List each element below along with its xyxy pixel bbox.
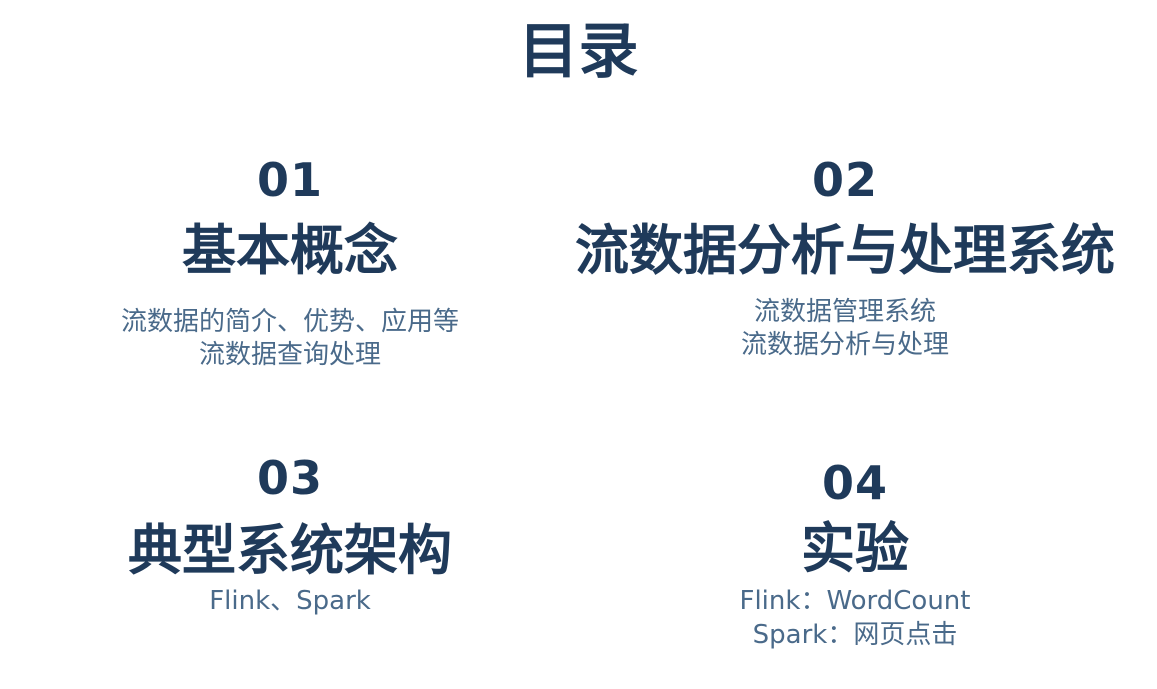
page-title: 目录 (518, 17, 639, 87)
section-description: Flink、Spark (90, 584, 490, 618)
section-heading: 基本概念 (182, 218, 398, 282)
section-experiments: 04 实验 Flink：WordCount Spark：网页点击 (620, 455, 1090, 652)
section-number: 02 (811, 153, 878, 207)
description-line: Flink、Spark (209, 586, 371, 616)
section-basic-concepts: 01 基本概念 流数据的简介、优势、应用等 流数据查询处理 (90, 152, 490, 372)
section-heading: 典型系统架构 (128, 518, 452, 582)
section-description: 流数据的简介、优势、应用等 流数据查询处理 (90, 306, 490, 372)
section-heading: 实验 (801, 516, 909, 580)
section-number: 03 (256, 451, 323, 505)
section-description: Flink：WordCount Spark：网页点击 (620, 584, 1090, 652)
section-typical-architecture: 03 典型系统架构 Flink、Spark (90, 450, 490, 618)
description-line: Flink：WordCount (739, 586, 971, 616)
description-line: 流数据的简介、优势、应用等 (120, 307, 459, 337)
description-line: 流数据分析与处理 (740, 330, 949, 360)
description-line: 流数据管理系统 (753, 297, 936, 327)
section-number: 01 (256, 153, 323, 207)
description-line: Spark：网页点击 (752, 620, 958, 650)
section-number: 04 (821, 456, 888, 510)
section-stream-analysis-systems: 02 流数据分析与处理系统 流数据管理系统 流数据分析与处理 (560, 152, 1130, 362)
section-description: 流数据管理系统 流数据分析与处理 (560, 296, 1130, 362)
description-line: 流数据查询处理 (198, 340, 381, 370)
section-heading: 流数据分析与处理系统 (575, 218, 1115, 282)
